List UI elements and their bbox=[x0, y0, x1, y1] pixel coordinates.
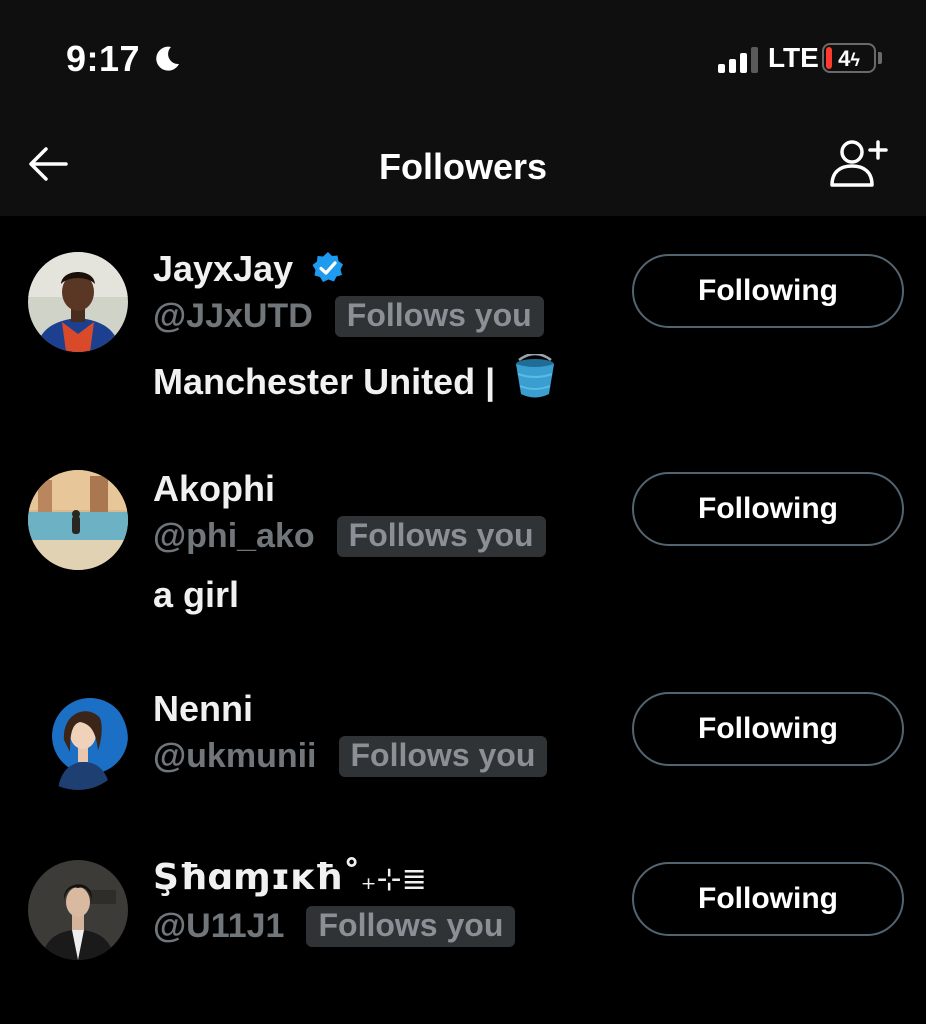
follows-you-badge: Follows you bbox=[336, 516, 546, 557]
avatar[interactable] bbox=[28, 860, 128, 960]
follower-row[interactable]: JayxJay @JJxUTD Follows you Manchester U… bbox=[0, 240, 926, 440]
handle-line: @U11J1 Follows you bbox=[153, 906, 516, 947]
status-time: 9:17 bbox=[66, 38, 141, 79]
display-name[interactable]: Akophi bbox=[153, 468, 275, 510]
avatar[interactable] bbox=[28, 252, 128, 352]
display-name-text: Şħɑɱɪĸħ˚ bbox=[153, 857, 361, 898]
handle-line: @phi_ako Follows you bbox=[153, 516, 546, 557]
battery-nub bbox=[878, 52, 882, 64]
handle: @ukmunii bbox=[153, 737, 317, 775]
add-user-icon[interactable] bbox=[828, 138, 890, 188]
follower-row[interactable]: Akophi @phi_ako Follows you a girl Follo… bbox=[0, 460, 926, 640]
display-name-text: JayxJay bbox=[153, 248, 294, 289]
follows-you-badge: Follows you bbox=[306, 906, 516, 947]
signal-icon bbox=[718, 47, 758, 73]
avatar-image bbox=[28, 470, 128, 570]
display-name-decoration: ₊⊹≣ bbox=[360, 862, 427, 897]
following-button[interactable]: Following bbox=[632, 254, 904, 328]
battery-value: 4 bbox=[838, 46, 851, 71]
page-title: Followers bbox=[378, 146, 548, 187]
follows-you-badge: Follows you bbox=[334, 296, 544, 337]
bucket-icon bbox=[516, 354, 555, 398]
avatar-image bbox=[28, 860, 128, 960]
follower-row[interactable]: Şħɑɱɪĸħ˚₊⊹≣ @U11J1 Follows you Following bbox=[0, 850, 926, 970]
bio: Manchester United | bbox=[153, 354, 557, 403]
handle-line: @JJxUTD Follows you bbox=[153, 296, 544, 337]
follower-row[interactable]: Nenni @ukmunii Follows you Following bbox=[0, 680, 926, 810]
avatar[interactable] bbox=[28, 690, 128, 790]
avatar[interactable] bbox=[28, 470, 128, 570]
following-button[interactable]: Following bbox=[632, 862, 904, 936]
bio: a girl bbox=[153, 574, 240, 615]
display-name[interactable]: JayxJay bbox=[153, 248, 345, 290]
handle: @phi_ako bbox=[153, 517, 315, 555]
charging-icon: ϟ bbox=[850, 50, 860, 70]
bio-text: Manchester United | bbox=[153, 361, 496, 402]
handle: @U11J1 bbox=[153, 907, 285, 945]
verified-badge-icon bbox=[312, 252, 344, 282]
avatar-image bbox=[28, 252, 128, 352]
display-name[interactable]: Nenni bbox=[153, 688, 253, 730]
following-button[interactable]: Following bbox=[632, 692, 904, 766]
battery-percent: 4ϟ bbox=[824, 46, 874, 72]
following-button[interactable]: Following bbox=[632, 472, 904, 546]
display-name[interactable]: Şħɑɱɪĸħ˚₊⊹≣ bbox=[153, 856, 427, 898]
handle-line: @ukmunii Follows you bbox=[153, 736, 548, 777]
status-bar: 9:17 LTE 4ϟ bbox=[0, 0, 926, 110]
avatar-image bbox=[28, 690, 128, 790]
network-label: LTE bbox=[768, 42, 819, 73]
follows-you-badge: Follows you bbox=[338, 736, 548, 777]
moon-icon bbox=[156, 46, 179, 71]
handle: @JJxUTD bbox=[153, 297, 313, 335]
battery-icon: 4ϟ bbox=[822, 43, 876, 73]
